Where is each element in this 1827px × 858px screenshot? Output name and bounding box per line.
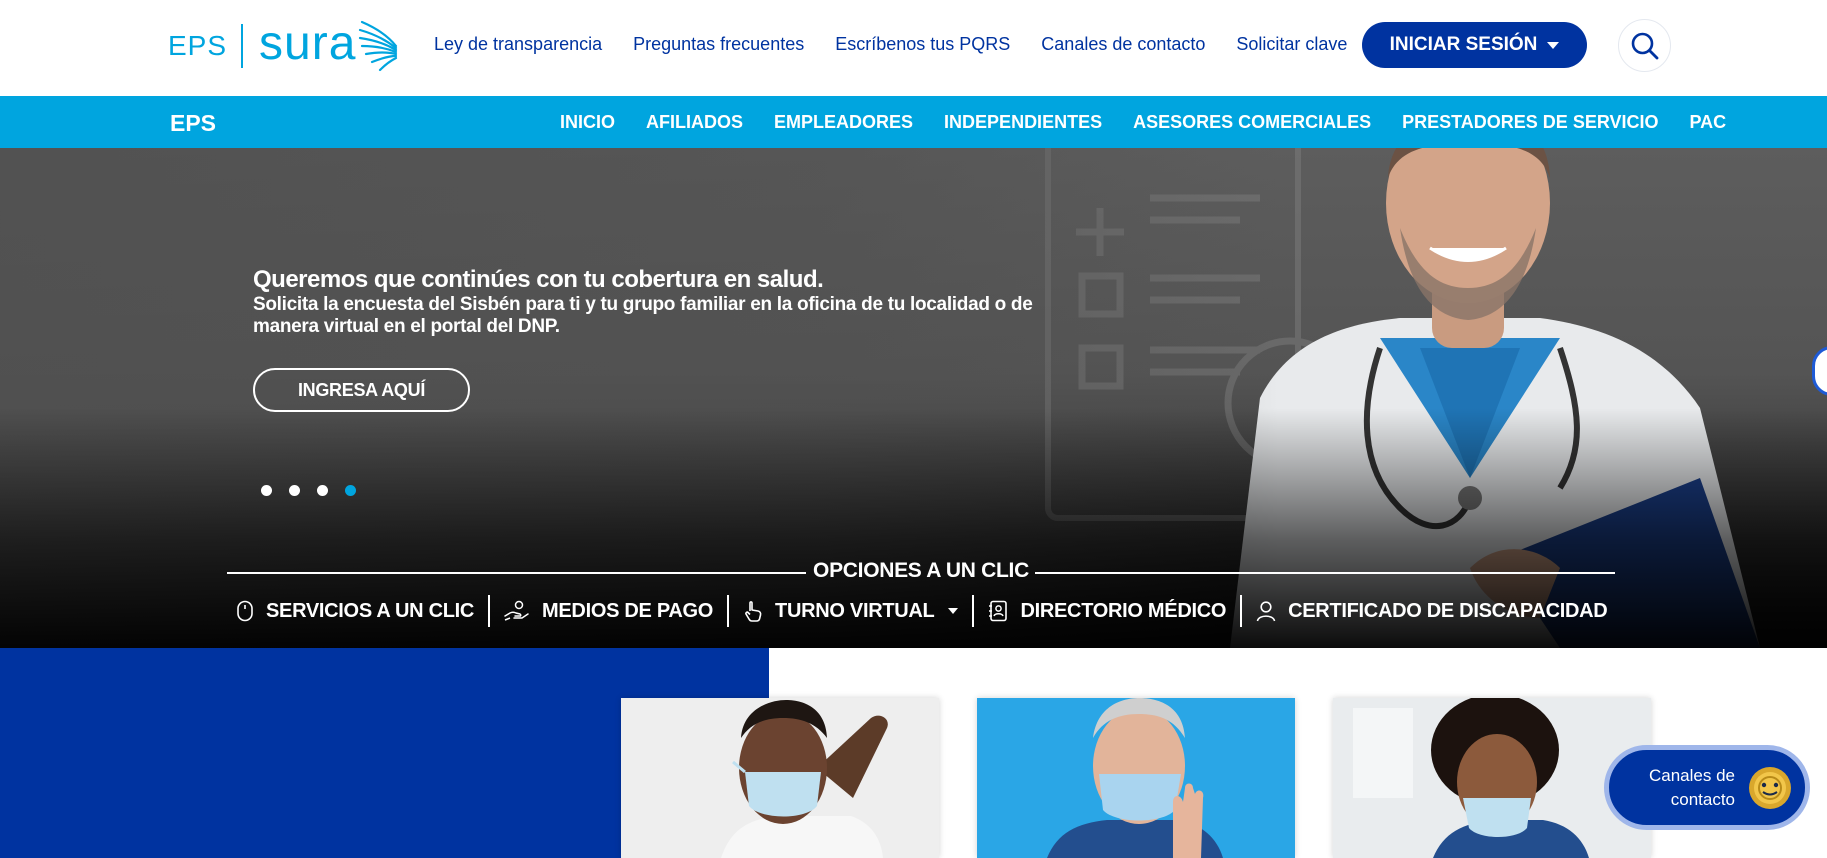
carousel-dots	[261, 485, 356, 496]
woman-with-mask-image	[1333, 698, 1651, 858]
link-canales-contacto[interactable]: Canales de contacto	[1041, 34, 1205, 55]
floating-button-line1: Canales de	[1648, 765, 1735, 785]
mouse-icon	[237, 600, 253, 622]
options-separator	[727, 595, 730, 627]
hand-coin-icon	[504, 600, 529, 621]
senior-with-mask-image	[977, 698, 1295, 858]
feature-card-3[interactable]	[1333, 698, 1651, 858]
pointer-hand-icon	[745, 601, 762, 622]
carousel-dot-4[interactable]	[345, 485, 356, 496]
link-preguntas-frecuentes[interactable]: Preguntas frecuentes	[633, 34, 804, 55]
nav-item-independientes[interactable]: INDEPENDIENTES	[944, 112, 1102, 133]
option-label: MEDIOS DE PAGO	[542, 599, 714, 622]
option-label: SERVICIOS A UN CLIC	[266, 599, 475, 622]
hero-title: Queremos que continúes con tu cobertura …	[253, 266, 824, 293]
hero-description: Solicita la encuesta del Sisbén para ti …	[253, 294, 1033, 337]
options-separator	[488, 595, 491, 627]
coins-icon	[1749, 766, 1791, 809]
link-solicitar-clave[interactable]: Solicitar clave	[1236, 34, 1347, 55]
options-title-text: OPCIONES A UN CLIC	[813, 559, 1029, 582]
option-servicios-a-un-clic[interactable]: SERVICIOS A UN CLIC	[236, 600, 474, 623]
floating-button-text: Canales de contacto	[1625, 764, 1735, 812]
ingresa-aqui-button[interactable]: INGRESA AQUÍ	[253, 368, 470, 412]
link-pqrs[interactable]: Escríbenos tus PQRS	[835, 34, 1010, 55]
canales-contacto-floating-button[interactable]: Canales de contacto	[1604, 745, 1810, 830]
main-nav: EPS INICIO AFILIADOS EMPLEADORES INDEPEN…	[0, 96, 1827, 148]
person-with-mask-image	[621, 698, 939, 858]
logo-eps-text: EPS	[168, 30, 228, 61]
chevron-down-icon	[1547, 41, 1560, 49]
options-separator	[972, 595, 975, 627]
options-separator	[1240, 595, 1243, 627]
address-book-icon	[989, 600, 1008, 622]
nav-item-pac[interactable]: PAC	[1690, 112, 1727, 133]
quick-options-bar: SERVICIOS A UN CLIC MEDIOS DE PAGO TURNO…	[236, 594, 1608, 628]
option-label: TURNO VIRTUAL	[775, 599, 935, 622]
carousel-dot-2[interactable]	[289, 485, 300, 496]
nav-items: INICIO AFILIADOS EMPLEADORES INDEPENDIEN…	[560, 112, 1757, 133]
user-icon	[1256, 601, 1276, 622]
carousel-dot-1[interactable]	[261, 485, 272, 496]
top-header: EPS sura Ley de transparencia Preguntas …	[0, 0, 1827, 96]
top-links: Ley de transparencia Preguntas frecuente…	[434, 34, 1378, 55]
feature-card-1[interactable]	[621, 698, 939, 858]
sura-eps-logo[interactable]: EPS sura	[168, 16, 398, 74]
feature-card-2[interactable]	[977, 698, 1295, 858]
search-icon	[1631, 32, 1658, 59]
link-ley-transparencia[interactable]: Ley de transparencia	[434, 34, 602, 55]
nav-brand[interactable]: EPS	[170, 110, 216, 137]
option-label: CERTIFICADO DE DISCAPACIDAD	[1288, 599, 1608, 622]
option-medios-de-pago[interactable]: MEDIOS DE PAGO	[504, 600, 713, 623]
options-title: OPCIONES A UN CLIC	[227, 559, 1615, 583]
carousel-dot-3[interactable]	[317, 485, 328, 496]
option-certificado-discapacidad[interactable]: CERTIFICADO DE DISCAPACIDAD	[1256, 599, 1608, 623]
login-button-label: INICIAR SESIÓN	[1389, 34, 1538, 55]
nav-item-prestadores-servicio[interactable]: PRESTADORES DE SERVICIO	[1402, 112, 1658, 133]
option-label: DIRECTORIO MÉDICO	[1020, 599, 1227, 622]
floating-button-line2: contacto	[1670, 789, 1735, 809]
login-button[interactable]: INICIAR SESIÓN	[1362, 22, 1587, 68]
option-turno-virtual[interactable]: TURNO VIRTUAL	[743, 599, 959, 623]
chevron-down-icon	[948, 608, 959, 614]
nav-item-empleadores[interactable]: EMPLEADORES	[774, 112, 913, 133]
search-button[interactable]	[1618, 19, 1671, 72]
option-directorio-medico[interactable]: DIRECTORIO MÉDICO	[988, 600, 1226, 623]
hero-carousel: Queremos que continúes con tu cobertura …	[0, 148, 1827, 648]
logo-divider	[241, 24, 244, 68]
options-header: OPCIONES A UN CLIC	[227, 556, 1615, 586]
sura-wing-icon	[359, 20, 398, 72]
logo-sura-text: sura	[259, 16, 357, 70]
nav-item-asesores-comerciales[interactable]: ASESORES COMERCIALES	[1133, 112, 1371, 133]
nav-item-afiliados[interactable]: AFILIADOS	[646, 112, 743, 133]
nav-item-inicio[interactable]: INICIO	[560, 112, 615, 133]
